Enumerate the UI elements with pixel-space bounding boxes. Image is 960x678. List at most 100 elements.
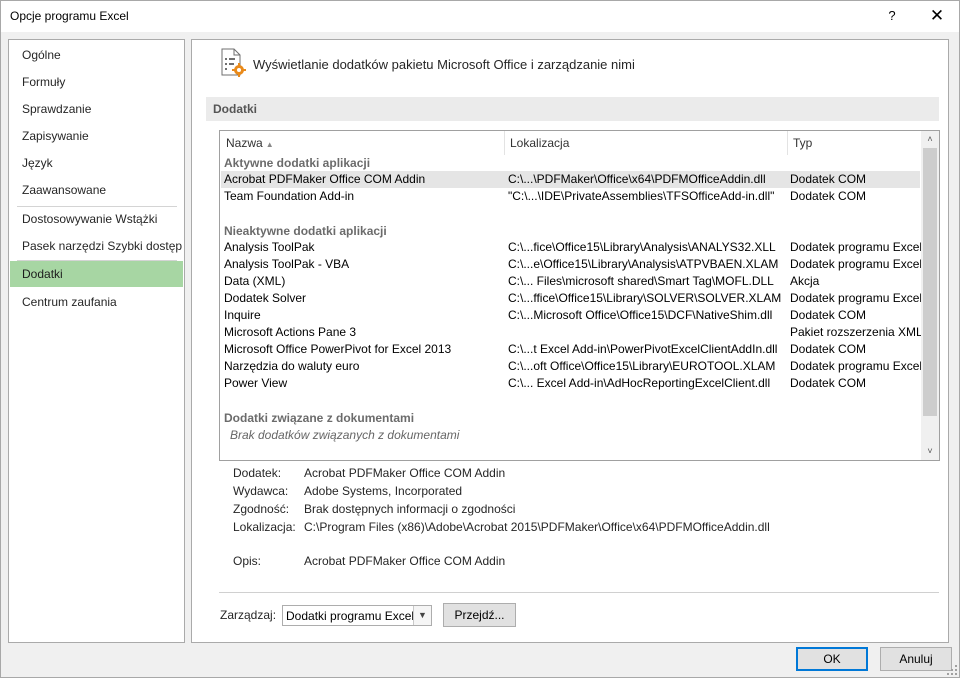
cancel-button[interactable]: Anuluj	[880, 647, 952, 671]
detail-addin: Dodatek: Acrobat PDFMaker Office COM Add…	[233, 464, 933, 482]
addin-location: C:\...e\Office15\Library\Analysis\ATPVBA…	[508, 257, 779, 271]
table-row[interactable]: Dodatek Solver C:\...ffice\Office15\Libr…	[221, 290, 922, 307]
document-addins-empty: Brak dodatków związanych z dokumentami	[230, 428, 460, 442]
sidebar-item-formulas[interactable]: Formuły	[10, 69, 183, 95]
column-header-name-label: Nazwa	[226, 136, 263, 150]
addin-type: Dodatek COM	[790, 308, 867, 322]
sidebar-item-customize-ribbon[interactable]: Dostosowywanie Wstążki	[10, 206, 183, 232]
addin-name: Inquire	[224, 308, 261, 322]
manage-dropdown-value: Dodatki programu Excel	[286, 609, 415, 623]
scroll-up-icon[interactable]: ˄	[921, 131, 939, 148]
addin-name: Team Foundation Add-in	[224, 189, 355, 203]
addins-panel: Wyświetlanie dodatków pakietu Microsoft …	[191, 39, 949, 643]
detail-location: Lokalizacja: C:\Program Files (x86)\Adob…	[233, 518, 933, 536]
panel-heading: Wyświetlanie dodatków pakietu Microsoft …	[253, 57, 635, 72]
manage-label: Zarządzaj:	[220, 608, 277, 622]
addin-name: Acrobat PDFMaker Office COM Addin	[224, 172, 426, 186]
sidebar-item-language[interactable]: Język	[10, 150, 183, 176]
excel-options-dialog: Opcje programu Excel ? ✕ Ogólne Formuły …	[0, 0, 960, 678]
addin-location: "C:\...\IDE\PrivateAssemblies\TFSOfficeA…	[508, 189, 775, 203]
addin-type: Dodatek programu Excel	[790, 291, 922, 305]
detail-value: Acrobat PDFMaker Office COM Addin	[304, 554, 506, 568]
help-button[interactable]: ?	[878, 4, 906, 28]
chevron-down-icon[interactable]: ▼	[413, 606, 431, 625]
addin-name: Dodatek Solver	[224, 291, 307, 305]
ok-button[interactable]: OK	[796, 647, 868, 671]
title-bar: Opcje programu Excel ? ✕	[1, 1, 959, 32]
addin-location: C:\...oft Office\Office15\Library\EUROTO…	[508, 359, 776, 373]
sidebar-item-addins[interactable]: Dodatki	[10, 261, 183, 287]
table-row[interactable]: Team Foundation Add-in "C:\...\IDE\Priva…	[221, 188, 920, 205]
manage-dropdown[interactable]: Dodatki programu Excel ▼	[282, 605, 432, 626]
group-title-inactive: Nieaktywne dodatki aplikacji	[224, 224, 387, 238]
scroll-thumb[interactable]	[923, 148, 937, 416]
addin-location: C:\...Microsoft Office\Office15\DCF\Nati…	[508, 308, 773, 322]
addin-name: Microsoft Actions Pane 3	[224, 325, 357, 339]
column-header-name[interactable]: Nazwa ▲	[221, 131, 504, 155]
sidebar-item-save[interactable]: Zapisywanie	[10, 123, 183, 149]
vertical-scrollbar[interactable]: ˄ ˅	[921, 131, 939, 460]
sidebar-item-quick-access-toolbar[interactable]: Pasek narzędzi Szybki dostęp	[10, 233, 183, 259]
section-header: Dodatki	[206, 97, 939, 121]
addin-location: C:\... Files\microsoft shared\Smart Tag\…	[508, 274, 774, 288]
group-title-document: Dodatki związane z dokumentami	[224, 411, 415, 425]
addin-type: Akcja	[790, 274, 820, 288]
detail-description: Opis: Acrobat PDFMaker Office COM Addin	[233, 552, 933, 570]
addin-type: Pakiet rozszerzenia XML	[790, 325, 922, 339]
addin-name: Analysis ToolPak - VBA	[224, 257, 350, 271]
addin-name: Analysis ToolPak	[224, 240, 315, 254]
addins-list: Nazwa ▲ Lokalizacja Typ Aktywne dodatki a…	[219, 130, 940, 461]
addin-settings-icon	[221, 48, 246, 77]
addin-type: Dodatek programu Excel	[790, 257, 922, 271]
column-header-location[interactable]: Lokalizacja	[505, 131, 787, 155]
table-row[interactable]: Data (XML) C:\... Files\microsoft shared…	[221, 273, 920, 290]
addin-type: Dodatek programu Excel	[790, 240, 922, 254]
table-row[interactable]: Narzędzia do waluty euro C:\...oft Offic…	[221, 358, 922, 375]
addin-type: Dodatek COM	[790, 376, 867, 390]
table-row[interactable]: Analysis ToolPak C:\...fice\Office15\Lib…	[221, 239, 922, 256]
addin-name: Narzędzia do waluty euro	[224, 359, 360, 373]
table-row[interactable]: Microsoft Actions Pane 3 Pakiet rozszerz…	[221, 324, 922, 341]
sidebar-item-trust-center[interactable]: Centrum zaufania	[10, 289, 183, 315]
addin-name: Power View	[224, 376, 288, 390]
addin-type: Dodatek COM	[790, 189, 867, 203]
table-row[interactable]: Microsoft Office PowerPivot for Excel 20…	[221, 341, 920, 358]
detail-value: Adobe Systems, Incorporated	[304, 484, 463, 498]
detail-label: Wydawca:	[233, 484, 289, 498]
detail-label: Lokalizacja:	[233, 520, 296, 534]
addin-location: C:\...\PDFMaker\Office\x64\PDFMOfficeAdd…	[508, 172, 766, 186]
sidebar-item-proofing[interactable]: Sprawdzanie	[10, 96, 183, 122]
sidebar-item-general[interactable]: Ogólne	[10, 42, 183, 68]
detail-value: C:\Program Files (x86)\Adobe\Acrobat 201…	[304, 520, 770, 534]
detail-label: Opis:	[233, 554, 262, 568]
detail-publisher: Wydawca: Adobe Systems, Incorporated	[233, 482, 933, 500]
close-button[interactable]: ✕	[923, 4, 951, 28]
sidebar-item-advanced[interactable]: Zaawansowane	[10, 177, 183, 203]
scroll-down-icon[interactable]: ˅	[921, 443, 939, 460]
addin-type: Dodatek COM	[790, 172, 867, 186]
column-header-type[interactable]: Typ	[788, 131, 921, 155]
detail-compatibility: Zgodność: Brak dostępnych informacji o z…	[233, 500, 933, 518]
addin-location: C:\... Excel Add-in\AdHocReportingExcelC…	[508, 376, 771, 390]
go-button[interactable]: Przejdź...	[443, 603, 516, 627]
table-row[interactable]: Power View C:\... Excel Add-in\AdHocRepo…	[221, 375, 920, 392]
detail-value: Acrobat PDFMaker Office COM Addin	[304, 466, 506, 480]
addin-location: C:\...t Excel Add-in\PowerPivotExcelClie…	[508, 342, 778, 356]
addin-name: Data (XML)	[224, 274, 286, 288]
sort-ascending-icon: ▲	[265, 140, 274, 149]
addin-location: C:\...ffice\Office15\Library\SOLVER\SOLV…	[508, 291, 782, 305]
window-title: Opcje programu Excel	[10, 9, 129, 23]
detail-label: Dodatek:	[233, 466, 282, 480]
table-row[interactable]: Analysis ToolPak - VBA C:\...e\Office15\…	[221, 256, 922, 273]
group-title-active: Aktywne dodatki aplikacji	[224, 156, 371, 170]
addin-name: Microsoft Office PowerPivot for Excel 20…	[224, 342, 452, 356]
table-row[interactable]: Acrobat PDFMaker Office COM Addin C:\...…	[221, 171, 920, 188]
section-title: Dodatki	[213, 102, 258, 116]
resize-grip-icon[interactable]	[947, 665, 957, 675]
divider	[219, 592, 939, 593]
table-row[interactable]: Inquire C:\...Microsoft Office\Office15\…	[221, 307, 920, 324]
detail-label: Zgodność:	[233, 502, 290, 516]
addin-type: Dodatek COM	[790, 342, 867, 356]
addin-location: C:\...fice\Office15\Library\Analysis\ANA…	[508, 240, 776, 254]
sidebar: Ogólne Formuły Sprawdzanie Zapisywanie J…	[8, 39, 185, 643]
